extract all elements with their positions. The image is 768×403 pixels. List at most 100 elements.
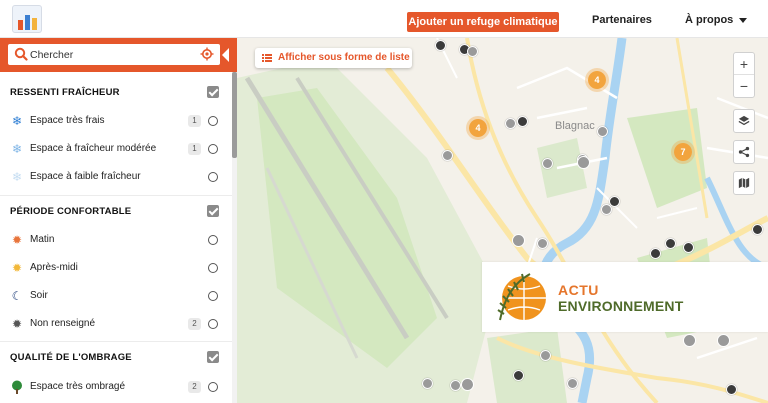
- map-pin[interactable]: [422, 378, 433, 392]
- place-label: Blagnac: [555, 120, 595, 132]
- option-radio[interactable]: [208, 319, 218, 329]
- filter-option[interactable]: ❄ Espace à fraîcheur modérée 1: [0, 138, 228, 160]
- layers-icon: [738, 115, 750, 126]
- section-divider: [0, 195, 232, 196]
- map-pin[interactable]: [450, 380, 461, 394]
- scrollbar-thumb[interactable]: [232, 72, 237, 158]
- map-view-control: [733, 171, 755, 195]
- filter-option[interactable]: ✹ Après-midi: [0, 257, 228, 279]
- filter-option[interactable]: Espace très ombragé 2: [0, 376, 228, 398]
- zoom-control: + −: [733, 52, 755, 98]
- share-control: [733, 140, 755, 164]
- layers-button[interactable]: [734, 110, 754, 132]
- section-checkbox-fraicheur[interactable]: [207, 86, 219, 98]
- option-radio[interactable]: [208, 263, 218, 273]
- about-menu[interactable]: À propos: [685, 14, 748, 26]
- map-pin[interactable]: [752, 224, 763, 238]
- add-refuge-button[interactable]: Ajouter un refuge climatique: [407, 12, 559, 32]
- count-badge: 1: [188, 115, 201, 127]
- list-view-button[interactable]: Afficher sous forme de liste: [255, 48, 412, 68]
- about-label: À propos: [685, 14, 734, 26]
- map-pin[interactable]: [650, 248, 661, 262]
- map-pin[interactable]: [505, 118, 516, 132]
- filter-option[interactable]: ✹ Non renseigné 2: [0, 313, 228, 335]
- app-logo[interactable]: [12, 5, 42, 33]
- map-pin[interactable]: [435, 40, 446, 54]
- option-radio[interactable]: [208, 116, 218, 126]
- map-view[interactable]: Blagnac 4 4 7: [237, 38, 768, 403]
- map-comment-marker[interactable]: [512, 234, 525, 247]
- map-cluster[interactable]: 7: [671, 140, 695, 164]
- zoom-in-button[interactable]: +: [734, 53, 754, 75]
- map-pin[interactable]: [567, 378, 578, 392]
- map-pin[interactable]: [542, 158, 553, 172]
- section-checkbox-periode[interactable]: [207, 205, 219, 217]
- tree-icon: [10, 380, 24, 394]
- map-comment-marker[interactable]: [577, 156, 590, 169]
- option-radio[interactable]: [208, 235, 218, 245]
- section-title-ombrage: QUALITÉ DE L'OMBRAGE: [10, 352, 132, 363]
- map-pin[interactable]: [540, 350, 551, 364]
- layers-control: [733, 109, 755, 133]
- section-title-periode: PÉRIODE CONFORTABLE: [10, 206, 132, 217]
- map-pin[interactable]: [597, 126, 608, 140]
- filter-option[interactable]: ☾ Soir: [0, 285, 228, 307]
- watermark-line2: ENVIRONNEMENT: [558, 298, 684, 314]
- option-radio[interactable]: [208, 382, 218, 392]
- map-pin[interactable]: [537, 238, 548, 252]
- share-icon: [738, 146, 750, 158]
- chevron-down-icon: [739, 17, 748, 23]
- option-label: Espace à faible fraîcheur: [30, 171, 141, 182]
- count-badge: 2: [188, 318, 201, 330]
- option-label: Non renseigné: [30, 318, 96, 329]
- filter-option[interactable]: ✹ Matin: [0, 229, 228, 251]
- partners-link[interactable]: Partenaires: [592, 14, 652, 26]
- filter-option[interactable]: ❄ Espace très frais 1: [0, 110, 228, 132]
- option-radio[interactable]: [208, 172, 218, 182]
- map-comment-marker[interactable]: [461, 378, 474, 391]
- map-cluster[interactable]: 4: [466, 116, 490, 140]
- map-pin[interactable]: [601, 204, 612, 218]
- top-navbar: Ajouter un refuge climatique Partenaires…: [0, 0, 768, 38]
- option-radio[interactable]: [208, 144, 218, 154]
- map-pin[interactable]: [683, 242, 694, 256]
- section-title-fraicheur: RESSENTI FRAÎCHEUR: [10, 87, 120, 98]
- filter-option[interactable]: ❄ Espace à faible fraîcheur: [0, 166, 228, 188]
- section-divider: [0, 341, 232, 342]
- search-bar: [0, 38, 237, 72]
- snowflake-icon: ❄: [11, 170, 23, 184]
- list-icon: [262, 54, 272, 62]
- option-label: Espace à fraîcheur modérée: [30, 143, 157, 154]
- section-checkbox-ombrage[interactable]: [207, 351, 219, 363]
- map-comment-marker[interactable]: [717, 334, 730, 347]
- zoom-out-button[interactable]: −: [734, 75, 754, 97]
- map-cluster[interactable]: 4: [585, 68, 609, 92]
- sun-icon: ✹: [11, 261, 23, 275]
- watermark-line1: ACTU: [558, 282, 599, 298]
- moon-icon: ☾: [11, 289, 23, 303]
- collapse-sidebar-icon[interactable]: [222, 48, 229, 62]
- map-pin[interactable]: [665, 238, 676, 252]
- list-view-label: Afficher sous forme de liste: [278, 52, 410, 63]
- option-label: Matin: [30, 234, 55, 245]
- map-pin[interactable]: [442, 150, 453, 164]
- search-icon: [14, 47, 28, 61]
- actu-environnement-watermark: ACTU ENVIRONNEMENT: [482, 262, 768, 332]
- crosshair-icon[interactable]: [200, 47, 214, 61]
- count-badge: 1: [188, 143, 201, 155]
- search-input[interactable]: [30, 46, 195, 63]
- map-view-button[interactable]: [734, 172, 754, 194]
- map-tiles: [237, 38, 768, 403]
- map-pin[interactable]: [517, 116, 528, 130]
- map-pin[interactable]: [467, 46, 478, 60]
- option-label: Soir: [30, 290, 48, 301]
- share-button[interactable]: [734, 141, 754, 163]
- map-pin[interactable]: [726, 384, 737, 398]
- search-box: [8, 44, 220, 65]
- sidebar-scrollbar[interactable]: [232, 72, 237, 403]
- option-label: Espace très frais: [30, 115, 105, 126]
- option-radio[interactable]: [208, 291, 218, 301]
- sun-icon: ✹: [11, 317, 23, 331]
- map-pin[interactable]: [513, 370, 524, 384]
- map-comment-marker[interactable]: [683, 334, 696, 347]
